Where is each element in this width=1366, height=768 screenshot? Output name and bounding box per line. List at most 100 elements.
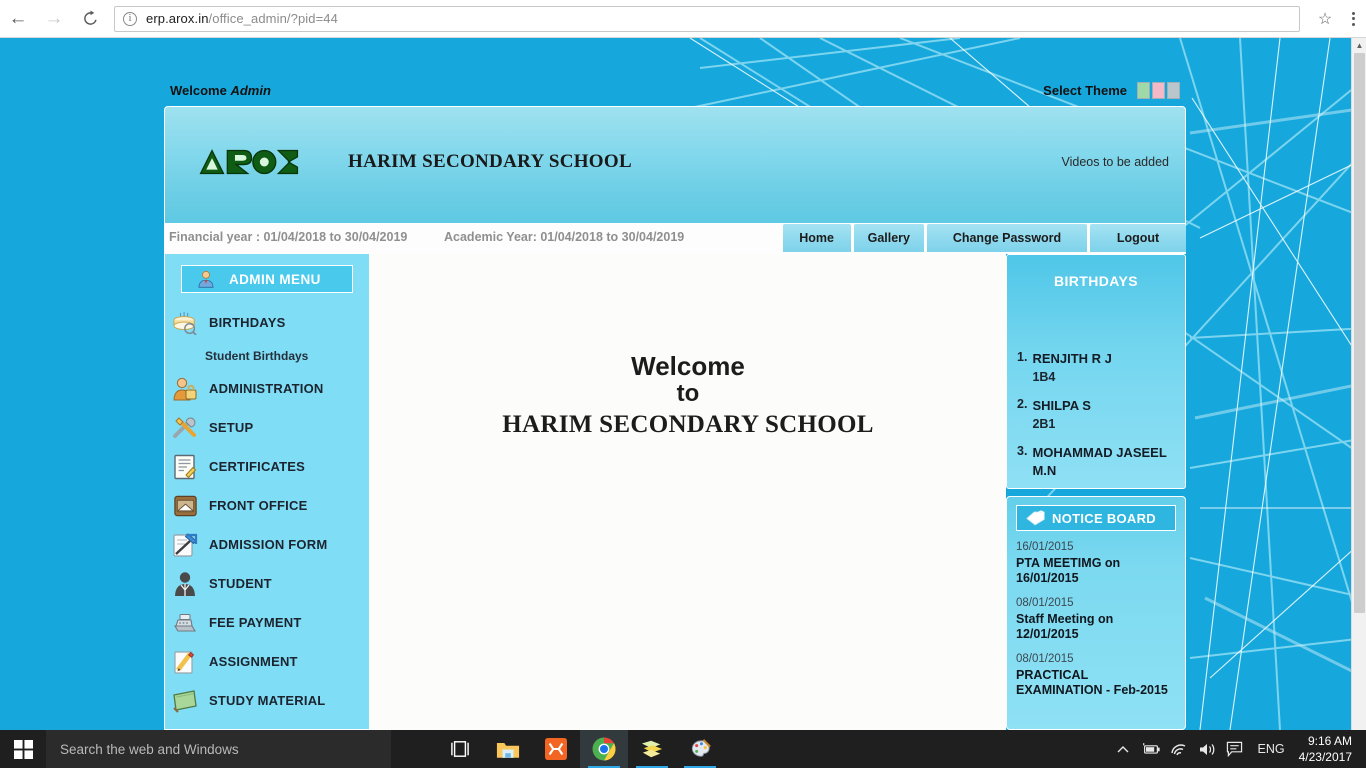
birthdays-list: 1. RENJITH R J 1B4 2. SHILPA S xyxy=(1017,350,1179,489)
sidebar-item-label: SETUP xyxy=(209,420,253,435)
list-item[interactable]: 08/01/2015 Staff Meeting on 12/01/2015 xyxy=(1016,597,1176,642)
birthday-name: SHILPA S xyxy=(1032,398,1091,413)
birthdays-panel-title: BIRTHDAYS xyxy=(1007,273,1185,289)
welcome-label: Welcome Admin xyxy=(170,83,271,98)
sidebar-item-birthdays[interactable]: BIRTHDAYS xyxy=(165,303,369,342)
birthday-index: 3. xyxy=(1017,444,1027,480)
windows-start-icon[interactable] xyxy=(0,730,46,768)
url-host: erp.arox.in xyxy=(146,11,209,26)
browser-toolbar: ← → i erp.arox.in/office_admin/?pid=44 ☆ xyxy=(0,0,1366,38)
sidebar-item-partial[interactable] xyxy=(165,720,369,730)
nav-tab-change-password[interactable]: Change Password xyxy=(927,224,1087,252)
sidebar-subitem-student-birthdays[interactable]: Student Birthdays xyxy=(165,342,369,369)
sidebar-item-study-material[interactable]: STUDY MATERIAL xyxy=(165,681,369,720)
list-item[interactable]: 3. MOHAMMAD JASEEL M.N xyxy=(1017,444,1179,480)
list-item[interactable]: 2. SHILPA S 2B1 xyxy=(1017,397,1179,433)
sidebar-item-label: BIRTHDAYS xyxy=(209,315,285,330)
main-nav-tabs: Home Gallery Change Password Logout xyxy=(783,224,1186,252)
sidebar-item-label: STUDENT xyxy=(209,576,272,591)
search-placeholder: Search the web and Windows xyxy=(60,742,239,757)
user-admin-icon xyxy=(192,265,220,293)
list-item[interactable]: 16/01/2015 PTA MEETIMG on 16/01/2015 xyxy=(1016,541,1176,586)
sidebar-item-label: ADMISSION FORM xyxy=(209,537,327,552)
sidebar-item-certificates[interactable]: CERTIFICATES xyxy=(165,447,369,486)
app-banner: HARIM SECONDARY SCHOOL Videos to be adde… xyxy=(164,106,1186,224)
show-hidden-icons-icon[interactable] xyxy=(1110,730,1136,768)
site-info-icon[interactable]: i xyxy=(123,12,137,26)
screen: ← → i erp.arox.in/office_admin/?pid=44 ☆ xyxy=(0,0,1366,768)
scrollbar-thumb[interactable] xyxy=(1354,53,1365,613)
theme-swatch-pink[interactable] xyxy=(1152,82,1165,99)
reload-icon[interactable] xyxy=(72,1,108,37)
google-chrome-icon[interactable] xyxy=(580,730,628,768)
list-item[interactable]: 08/01/2015 PRACTICAL EXAMINATION - Feb-2… xyxy=(1016,653,1176,698)
task-view-icon[interactable] xyxy=(436,730,484,768)
sidebar-item-label: STUDY MATERIAL xyxy=(209,693,325,708)
list-item[interactable]: 1. RENJITH R J 1B4 xyxy=(1017,350,1179,386)
inbox-tray-icon xyxy=(171,492,199,520)
birthday-cake-glyph xyxy=(172,311,198,335)
cash-register-icon xyxy=(171,609,199,637)
birthday-class: 1B4 xyxy=(1032,370,1055,384)
welcome-block: Welcome to HARIM SECONDARY SCHOOL xyxy=(370,352,1006,439)
language-indicator[interactable]: ENG xyxy=(1250,742,1293,756)
banner-school-name: HARIM SECONDARY SCHOOL xyxy=(348,151,632,173)
sidebar-item-fee-payment[interactable]: FEE PAYMENT xyxy=(165,603,369,642)
windows-logo-glyph xyxy=(14,740,33,759)
xampp-glyph xyxy=(545,738,567,760)
chrome-menu-icon[interactable] xyxy=(1340,12,1366,26)
theme-swatch-grey[interactable] xyxy=(1167,82,1180,99)
sidebar-item-admission-form[interactable]: ADMISSION FORM xyxy=(165,525,369,564)
admin-menu-label: ADMIN MENU xyxy=(229,272,321,287)
file-explorer-icon[interactable] xyxy=(484,730,532,768)
tools-glyph xyxy=(172,415,198,441)
folder-app-glyph xyxy=(640,738,664,760)
page-scrollbar[interactable]: ▲ xyxy=(1351,38,1366,730)
chalkboard-icon xyxy=(171,687,199,715)
volume-glyph xyxy=(1198,742,1216,757)
tools-icon xyxy=(171,414,199,442)
notice-date: 08/01/2015 xyxy=(1016,597,1176,609)
paint-icon[interactable] xyxy=(676,730,724,768)
action-center-icon[interactable] xyxy=(1222,730,1248,768)
folder-app-icon[interactable] xyxy=(628,730,676,768)
admin-sidebar: ADMIN MENU xyxy=(164,254,370,730)
search-input[interactable]: Search the web and Windows xyxy=(46,730,391,768)
sidebar-item-assignment[interactable]: ASSIGNMENT xyxy=(165,642,369,681)
user-lock-glyph xyxy=(172,376,198,402)
clock[interactable]: 9:16 AM 4/23/2017 xyxy=(1295,733,1358,765)
admin-menu-header[interactable]: ADMIN MENU xyxy=(181,265,353,293)
battery-icon[interactable] xyxy=(1138,730,1164,768)
arox-logo-glyph xyxy=(198,145,300,179)
pencil-paper-glyph xyxy=(173,649,197,675)
theme-selector[interactable]: Select Theme xyxy=(1043,82,1180,99)
sidebar-item-label: ASSIGNMENT xyxy=(209,654,298,669)
forward-arrow-icon[interactable]: → xyxy=(36,1,72,37)
xampp-icon[interactable] xyxy=(532,730,580,768)
financial-year-label: Financial year : 01/04/2018 to 30/04/201… xyxy=(169,230,407,244)
volume-icon[interactable] xyxy=(1194,730,1220,768)
notice-text: PTA MEETIMG on 16/01/2015 xyxy=(1016,556,1176,586)
address-bar[interactable]: i erp.arox.in/office_admin/?pid=44 xyxy=(114,6,1300,32)
scroll-up-arrow-icon[interactable]: ▲ xyxy=(1352,38,1366,53)
pencil-paper-icon xyxy=(171,648,199,676)
sidebar-item-setup[interactable]: SETUP xyxy=(165,408,369,447)
sidebar-item-label: FEE PAYMENT xyxy=(209,615,302,630)
bookmark-star-icon[interactable]: ☆ xyxy=(1310,9,1340,29)
nav-tab-home[interactable]: Home xyxy=(783,224,851,252)
back-arrow-icon[interactable]: ← xyxy=(0,1,36,37)
notice-date: 16/01/2015 xyxy=(1016,541,1176,553)
birthday-index: 2. xyxy=(1017,397,1027,433)
sidebar-item-administration[interactable]: ADMINISTRATION xyxy=(165,369,369,408)
wifi-icon[interactable] xyxy=(1166,730,1192,768)
nav-tab-logout[interactable]: Logout xyxy=(1090,224,1186,252)
notice-board-title: NOTICE BOARD xyxy=(1052,511,1156,526)
sidebar-item-label: CERTIFICATES xyxy=(209,459,305,474)
theme-swatch-green[interactable] xyxy=(1137,82,1150,99)
sidebar-item-student[interactable]: STUDENT xyxy=(165,564,369,603)
wifi-glyph xyxy=(1170,742,1188,756)
nav-tab-gallery[interactable]: Gallery xyxy=(854,224,924,252)
sidebar-item-front-office[interactable]: FRONT OFFICE xyxy=(165,486,369,525)
inbox-tray-glyph xyxy=(173,494,198,518)
main-content: Welcome to HARIM SECONDARY SCHOOL xyxy=(370,254,1006,730)
